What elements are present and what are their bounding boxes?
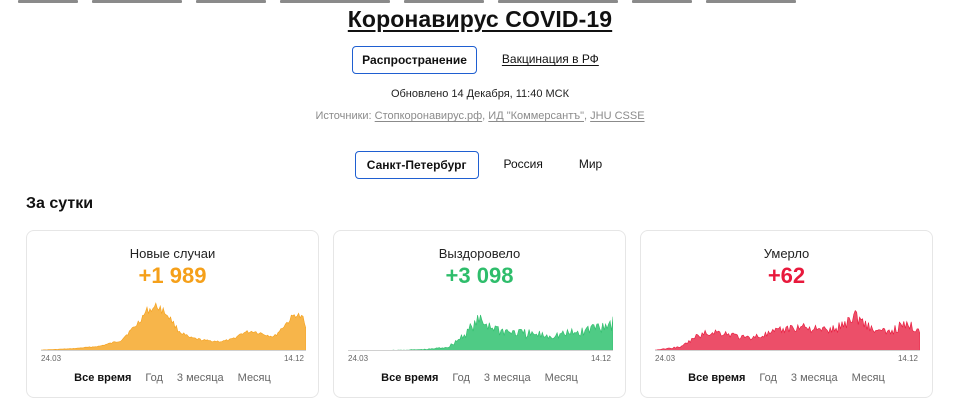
chart-deaths bbox=[655, 295, 920, 351]
chart-date-end: 14.12 bbox=[897, 354, 918, 363]
range-year[interactable]: Год bbox=[145, 372, 163, 384]
chart-recovered bbox=[348, 295, 613, 351]
range-month[interactable]: Месяц bbox=[545, 372, 578, 384]
range-selector: Все время Год 3 месяца Месяц bbox=[27, 372, 318, 384]
card-deaths: Умерло +62 24.03 14.12 Все время Год 3 м… bbox=[640, 230, 933, 398]
stat-cards: Новые случаи +1 989 24.03 14.12 Все врем… bbox=[26, 230, 933, 398]
range-year[interactable]: Год bbox=[452, 372, 470, 384]
range-3-months[interactable]: 3 месяца bbox=[177, 372, 224, 384]
range-month[interactable]: Месяц bbox=[852, 372, 885, 384]
source-link-jhu[interactable]: JHU CSSE bbox=[590, 110, 644, 122]
updated-timestamp: Обновлено 14 Декабря, 11:40 МСК bbox=[390, 88, 570, 100]
tab-spread[interactable]: Распространение bbox=[352, 46, 477, 74]
chart-date-end: 14.12 bbox=[283, 354, 304, 363]
tab-vaccination[interactable]: Вакцинация в РФ bbox=[493, 46, 608, 74]
region-tabs: Санкт-Петербург Россия Мир bbox=[0, 151, 960, 179]
chart-date-end: 14.12 bbox=[590, 354, 611, 363]
card-value: +1 989 bbox=[138, 263, 207, 288]
range-all-time[interactable]: Все время bbox=[688, 372, 745, 384]
page-title[interactable]: Коронавирус COVID-19 bbox=[0, 6, 960, 33]
range-all-time[interactable]: Все время bbox=[74, 372, 131, 384]
tab-region-world[interactable]: Мир bbox=[568, 151, 613, 179]
section-title: За сутки bbox=[26, 195, 94, 212]
top-scrollbar-decoration bbox=[0, 0, 960, 4]
card-label: Выздоровело bbox=[438, 246, 521, 261]
card-label: Новые случаи bbox=[129, 246, 216, 261]
chart-date-start: 24.03 bbox=[655, 354, 676, 363]
range-3-months[interactable]: 3 месяца bbox=[791, 372, 838, 384]
tab-region-spb[interactable]: Санкт-Петербург bbox=[354, 151, 479, 179]
mode-tabs: Распространение Вакцинация в РФ bbox=[0, 46, 960, 74]
range-selector: Все время Год 3 месяца Месяц bbox=[641, 372, 932, 384]
range-month[interactable]: Месяц bbox=[238, 372, 271, 384]
sparkline-area bbox=[655, 309, 920, 351]
range-year[interactable]: Год bbox=[759, 372, 777, 384]
range-selector: Все время Год 3 месяца Месяц bbox=[334, 372, 625, 384]
sources-line: Источники: Стопкоронавирус.рф, ИД "Комме… bbox=[0, 110, 960, 122]
range-all-time[interactable]: Все время bbox=[381, 372, 438, 384]
card-value: +3 098 bbox=[445, 263, 514, 288]
card-recovered: Выздоровело +3 098 24.03 14.12 Все время… bbox=[333, 230, 626, 398]
source-link-kommersant[interactable]: ИД "Коммерсантъ" bbox=[488, 110, 584, 122]
chart-date-start: 24.03 bbox=[348, 354, 369, 363]
sources-prefix: Источники: bbox=[315, 110, 372, 122]
sparkline-area bbox=[41, 302, 306, 351]
chart-new-cases bbox=[41, 295, 306, 351]
sparkline-area bbox=[348, 314, 613, 351]
card-label: Умерло bbox=[763, 246, 810, 261]
chart-date-start: 24.03 bbox=[41, 354, 62, 363]
card-new-cases: Новые случаи +1 989 24.03 14.12 Все врем… bbox=[26, 230, 319, 398]
card-value: +62 bbox=[767, 263, 806, 288]
tab-region-russia[interactable]: Россия bbox=[493, 151, 554, 179]
range-3-months[interactable]: 3 месяца bbox=[484, 372, 531, 384]
source-link-stopcoronavirus[interactable]: Стопкоронавирус.рф bbox=[375, 110, 483, 122]
